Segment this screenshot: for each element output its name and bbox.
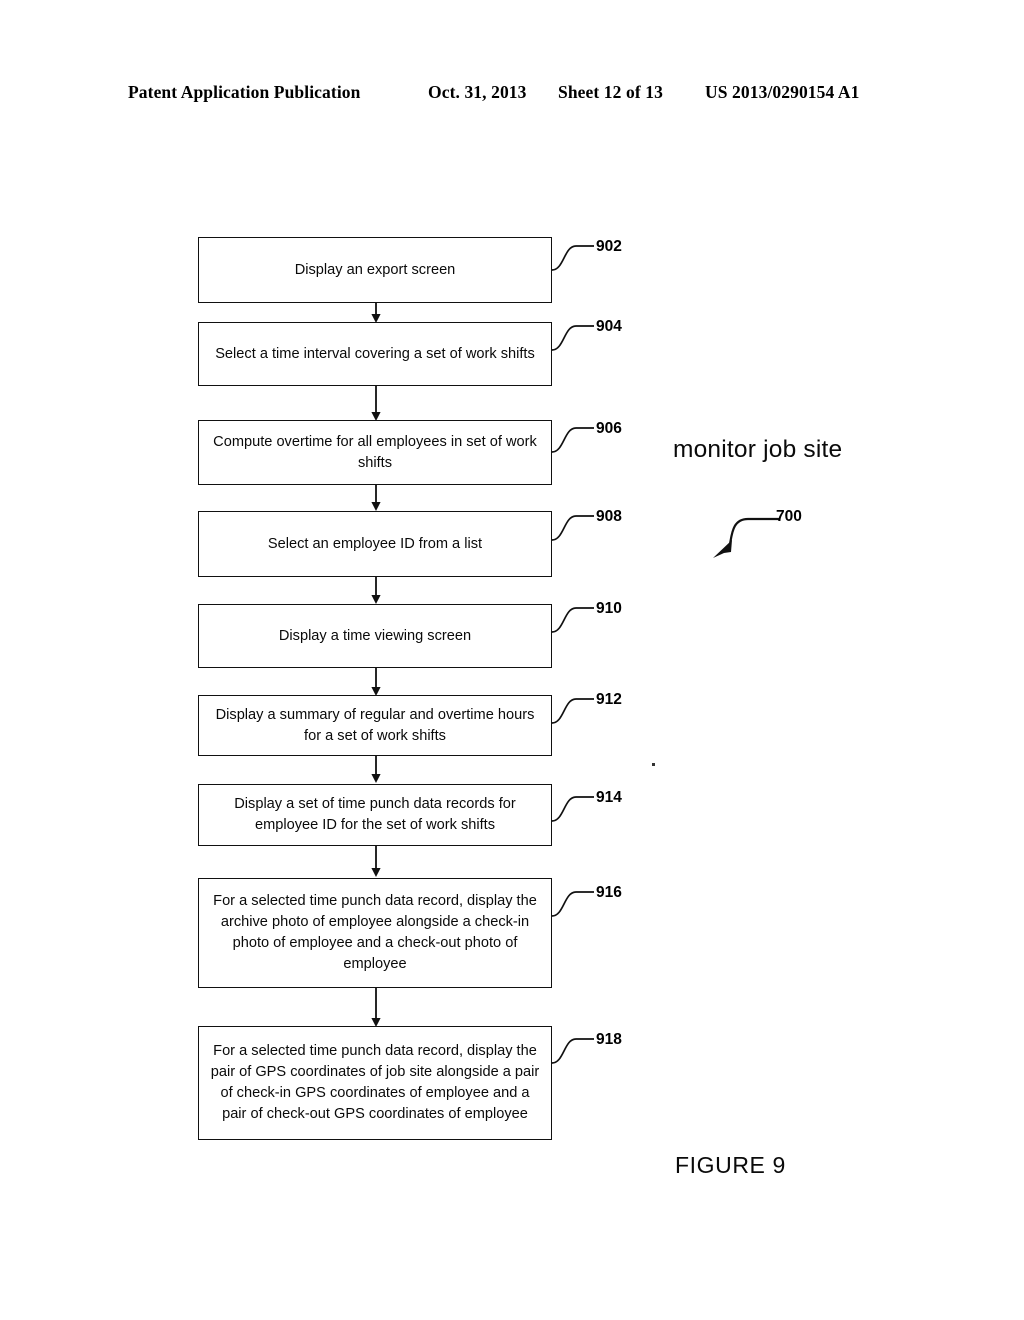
leader-line-910: [551, 607, 594, 633]
system-label-monitor-job-site: monitor job site: [673, 436, 843, 463]
leader-line-906: [551, 427, 594, 453]
leader-line-912: [551, 698, 594, 724]
flow-step-914: Display a set of time punch data records…: [198, 784, 552, 846]
flow-step-904: Select a time interval covering a set of…: [198, 322, 552, 386]
flow-connector-914-916: [371, 846, 381, 877]
flow-connector-910-912: [371, 668, 381, 696]
flow-step-918-text: For a selected time punch data record, d…: [210, 1043, 540, 1122]
flow-step-912-text: Display a summary of regular and overtim…: [215, 706, 535, 744]
flow-step-910-text: Display a time viewing screen: [278, 627, 472, 644]
flow-step-902-text: Display an export screen: [294, 261, 456, 278]
ref-number-904: 904: [596, 318, 622, 335]
flow-step-916-text: For a selected time punch data record, d…: [213, 893, 537, 972]
ref-number-912: 912: [596, 691, 622, 708]
system-ref-number-700: 700: [776, 508, 802, 525]
flow-step-908: Select an employee ID from a list: [198, 511, 552, 577]
flow-step-908-text: Select an employee ID from a list: [267, 535, 483, 552]
leader-line-904: [551, 325, 594, 351]
flowchart-diagram: Display an export screen 902 Select a ti…: [0, 0, 1024, 1320]
flow-step-902: Display an export screen: [198, 237, 552, 303]
flow-step-916: For a selected time punch data record, d…: [198, 878, 552, 988]
leader-line-914: [551, 796, 594, 822]
ref-number-910: 910: [596, 600, 622, 617]
leader-line-916: [551, 891, 594, 917]
ref-number-906: 906: [596, 420, 622, 437]
ref-number-902: 902: [596, 238, 622, 255]
ref-number-916: 916: [596, 884, 622, 901]
leader-line-908: [551, 515, 594, 541]
flow-connector-908-910: [371, 577, 381, 604]
ref-number-914: 914: [596, 789, 622, 806]
flow-step-906: Compute overtime for all employees in se…: [198, 420, 552, 485]
ref-number-908: 908: [596, 508, 622, 525]
ref-number-918: 918: [596, 1031, 622, 1048]
figure-caption: FIGURE 9: [675, 1152, 786, 1178]
flow-connector-904-906: [371, 386, 381, 421]
flow-step-910: Display a time viewing screen: [198, 604, 552, 668]
leader-line-918: [551, 1038, 594, 1064]
flow-connector-906-908: [371, 485, 381, 511]
flow-step-904-text: Select a time interval covering a set of…: [215, 345, 535, 362]
flow-step-906-text: Compute overtime for all employees in se…: [213, 433, 537, 471]
leader-line-902: [551, 245, 594, 271]
scan-artifact-speck: [652, 763, 655, 766]
flow-connector-902-904: [371, 302, 381, 323]
flow-connector-916-918: [371, 988, 381, 1027]
flow-connector-912-914: [371, 756, 381, 783]
flow-step-914-text: Display a set of time punch data records…: [234, 796, 516, 833]
flow-step-912: Display a summary of regular and overtim…: [198, 695, 552, 756]
flow-step-918: For a selected time punch data record, d…: [198, 1026, 552, 1140]
